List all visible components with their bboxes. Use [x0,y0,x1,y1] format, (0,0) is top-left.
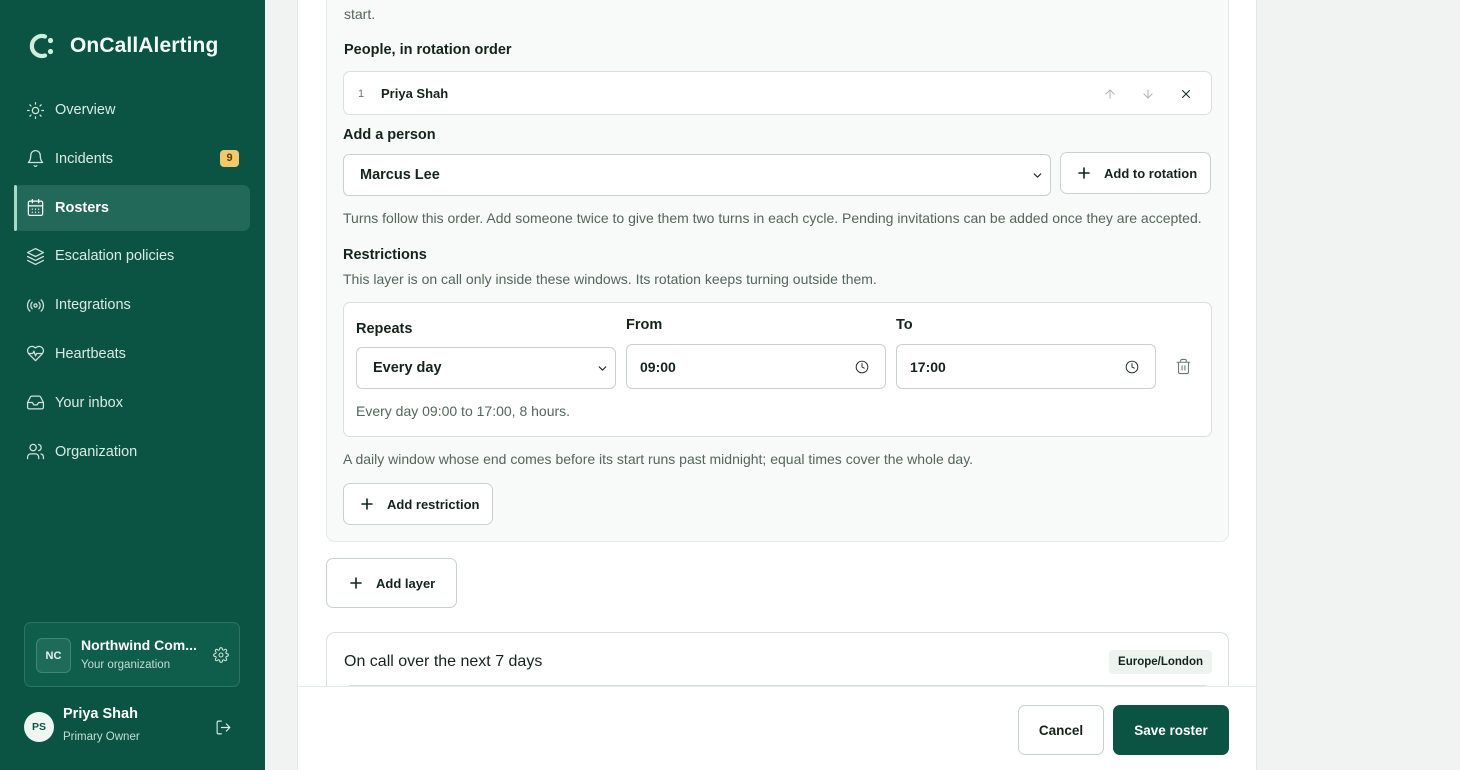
repeats-label: Repeats [356,321,413,337]
nav-label: Escalation policies [55,248,175,265]
logout-icon[interactable] [215,719,232,736]
plus-icon [350,577,362,589]
main-nav: Overview Incidents 9 Rosters Escalation … [14,87,250,477]
user-role: Primary Owner [63,731,140,743]
repeats-value: Every day [373,360,442,376]
arrow-up-icon[interactable] [1099,83,1121,105]
nav-item-rosters[interactable]: Rosters [14,184,250,231]
nav-item-heartbeats[interactable]: Heartbeats [14,331,250,377]
nav-item-overview[interactable]: Overview [14,87,250,133]
form-footer: Cancel Save roster [298,686,1256,770]
rotation-hint: Turns follow this order. Add someone twi… [343,210,1202,226]
arrow-down-icon[interactable] [1137,83,1159,105]
from-label: From [626,317,663,333]
nav-item-incidents[interactable]: Incidents 9 [14,136,250,182]
clock-icon[interactable] [855,360,869,374]
add-layer-label: Add layer [376,575,436,591]
nav-label: Rosters [55,199,109,216]
org-avatar: NC [36,638,71,673]
users-icon [25,442,45,462]
app-logo[interactable]: OnCallAlerting [25,31,218,61]
nav-item-escalation-policies[interactable]: Escalation policies [14,233,250,279]
logo-icon [25,31,59,61]
gear-icon[interactable] [213,647,229,663]
midnight-hint: A daily window whose end comes before it… [343,451,974,467]
org-subtitle: Your organization [81,659,171,671]
to-time-input[interactable]: 17:00 [896,344,1156,389]
nav-item-organization[interactable]: Organization [14,429,250,475]
restrictions-label: Restrictions [343,247,427,263]
timezone-badge: Europe/London [1109,650,1212,674]
add-layer-button[interactable]: Add layer [326,558,457,608]
inbox-icon [25,393,45,413]
to-time-value: 17:00 [910,359,946,375]
on-call-title: On call over the next 7 days [344,653,543,670]
nav-label: Overview [55,102,116,118]
incidents-count-badge: 9 [220,149,239,167]
close-icon[interactable] [1175,83,1197,105]
from-time-value: 09:00 [640,359,676,375]
roster-editor: start. People, in rotation order 1 Priya… [297,0,1257,770]
broadcast-icon [25,295,45,315]
current-user: PS Priya Shah Primary Owner [24,704,240,750]
layers-icon [25,246,45,266]
people-label: People, in rotation order [344,42,512,58]
cancel-button[interactable]: Cancel [1018,705,1104,755]
restrictions-hint: This layer is on call only inside these … [343,271,877,287]
nav-item-integrations[interactable]: Integrations [14,282,250,328]
clock-icon[interactable] [1125,360,1139,374]
chevron-down-icon [596,362,609,375]
add-person-value: Marcus Lee [360,167,440,183]
rotation-order-number: 1 [358,88,365,100]
list-item: 1 Priya Shah [343,71,1212,115]
nav-label: Integrations [55,297,131,314]
avatar: PS [24,712,54,742]
calendar-icon [25,198,45,218]
save-roster-button[interactable]: Save roster [1113,705,1229,755]
add-to-rotation-label: Add to rotation [1104,165,1198,181]
sidebar: OnCallAlerting Overview Incidents 9 Rost… [0,0,265,770]
nav-label: Your inbox [55,394,123,411]
user-name: Priya Shah [63,706,138,722]
add-restriction-button[interactable]: Add restriction [343,483,493,525]
trash-icon[interactable] [1175,358,1192,375]
add-to-rotation-button[interactable]: Add to rotation [1060,152,1211,194]
repeats-select[interactable]: Every day [356,347,616,389]
app-name: OnCallAlerting [70,34,219,57]
plus-icon [361,498,373,510]
person-name: Priya Shah [381,86,449,101]
add-person-label: Add a person [343,127,436,143]
org-name: Northwind Com... [81,637,197,653]
nav-item-your-inbox[interactable]: Your inbox [14,380,250,426]
bell-icon [25,149,45,169]
layer-intro-text: start. [344,6,376,22]
from-time-input[interactable]: 09:00 [626,344,886,389]
organization-switcher[interactable]: NC Northwind Com... Your organization [24,622,240,687]
plus-icon [1078,167,1090,179]
to-label: To [896,317,913,333]
chevron-down-icon [1031,169,1044,182]
nav-label: Organization [55,443,138,460]
add-person-select[interactable]: Marcus Lee [343,154,1051,196]
nav-label: Incidents [55,150,114,167]
heart-pulse-icon [25,344,45,364]
restriction-summary: Every day 09:00 to 17:00, 8 hours. [356,403,571,419]
sun-icon [25,100,45,120]
nav-label: Heartbeats [55,345,126,362]
add-restriction-label: Add restriction [387,496,480,512]
